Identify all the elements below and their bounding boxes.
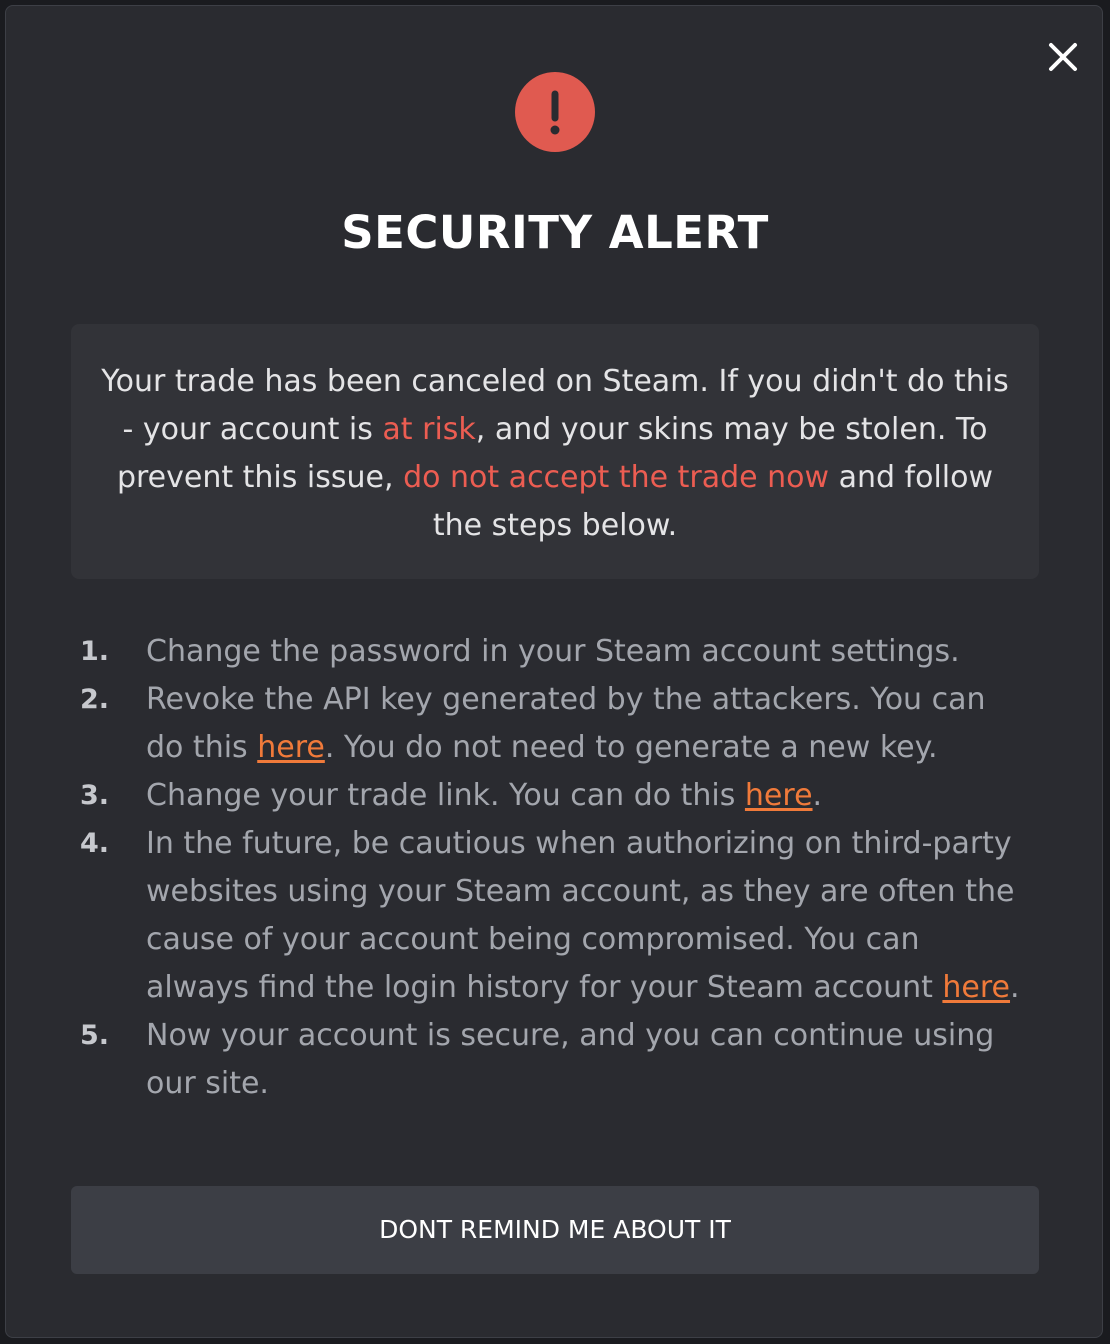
- step-text: Change your trade link. You can do this: [146, 778, 745, 813]
- change-trade-link-link[interactable]: here: [745, 778, 813, 813]
- alert-badge: [515, 72, 595, 152]
- step-text: Change the password in your Steam accoun…: [146, 634, 960, 669]
- step-text: . You do not need to generate a new key.: [324, 730, 938, 765]
- risk-highlight: do not accept the trade now: [403, 460, 830, 495]
- step-item-1: 1. Change the password in your Steam acc…: [66, 628, 1026, 676]
- revoke-api-key-link[interactable]: here: [257, 730, 325, 765]
- step-number: 5.: [80, 1020, 110, 1051]
- step-item-3: 3. Change your trade link. You can do th…: [66, 772, 1026, 820]
- step-text: In the future, be cautious when authoriz…: [146, 826, 1015, 1005]
- step-item-2: 2. Revoke the API key generated by the a…: [66, 676, 1026, 772]
- step-text: .: [812, 778, 823, 813]
- step-item-5: 5. Now your account is secure, and you c…: [66, 1012, 1026, 1108]
- notice-text: Your trade has been canceled on Steam. I…: [101, 358, 1009, 550]
- dont-remind-button[interactable]: DONT REMIND ME ABOUT IT: [71, 1186, 1039, 1274]
- step-number: 4.: [80, 828, 110, 859]
- modal-title: SECURITY ALERT: [341, 206, 769, 259]
- close-icon[interactable]: [1040, 34, 1086, 80]
- step-text: Now your account is secure, and you can …: [146, 1018, 995, 1101]
- step-number: 3.: [80, 780, 110, 811]
- close-button[interactable]: [1040, 34, 1086, 80]
- login-history-link[interactable]: here: [942, 970, 1010, 1005]
- step-number: 2.: [80, 684, 110, 715]
- step-number: 1.: [80, 636, 110, 667]
- exclamation-icon: [550, 90, 560, 135]
- notice-box: Your trade has been canceled on Steam. I…: [71, 324, 1039, 579]
- security-alert-modal: SECURITY ALERT Your trade has been cance…: [5, 5, 1103, 1338]
- risk-highlight: at risk: [382, 412, 476, 447]
- steps-list: 1. Change the password in your Steam acc…: [66, 628, 1026, 1108]
- step-text: .: [1010, 970, 1020, 1005]
- step-item-4: 4. In the future, be cautious when autho…: [66, 820, 1026, 1012]
